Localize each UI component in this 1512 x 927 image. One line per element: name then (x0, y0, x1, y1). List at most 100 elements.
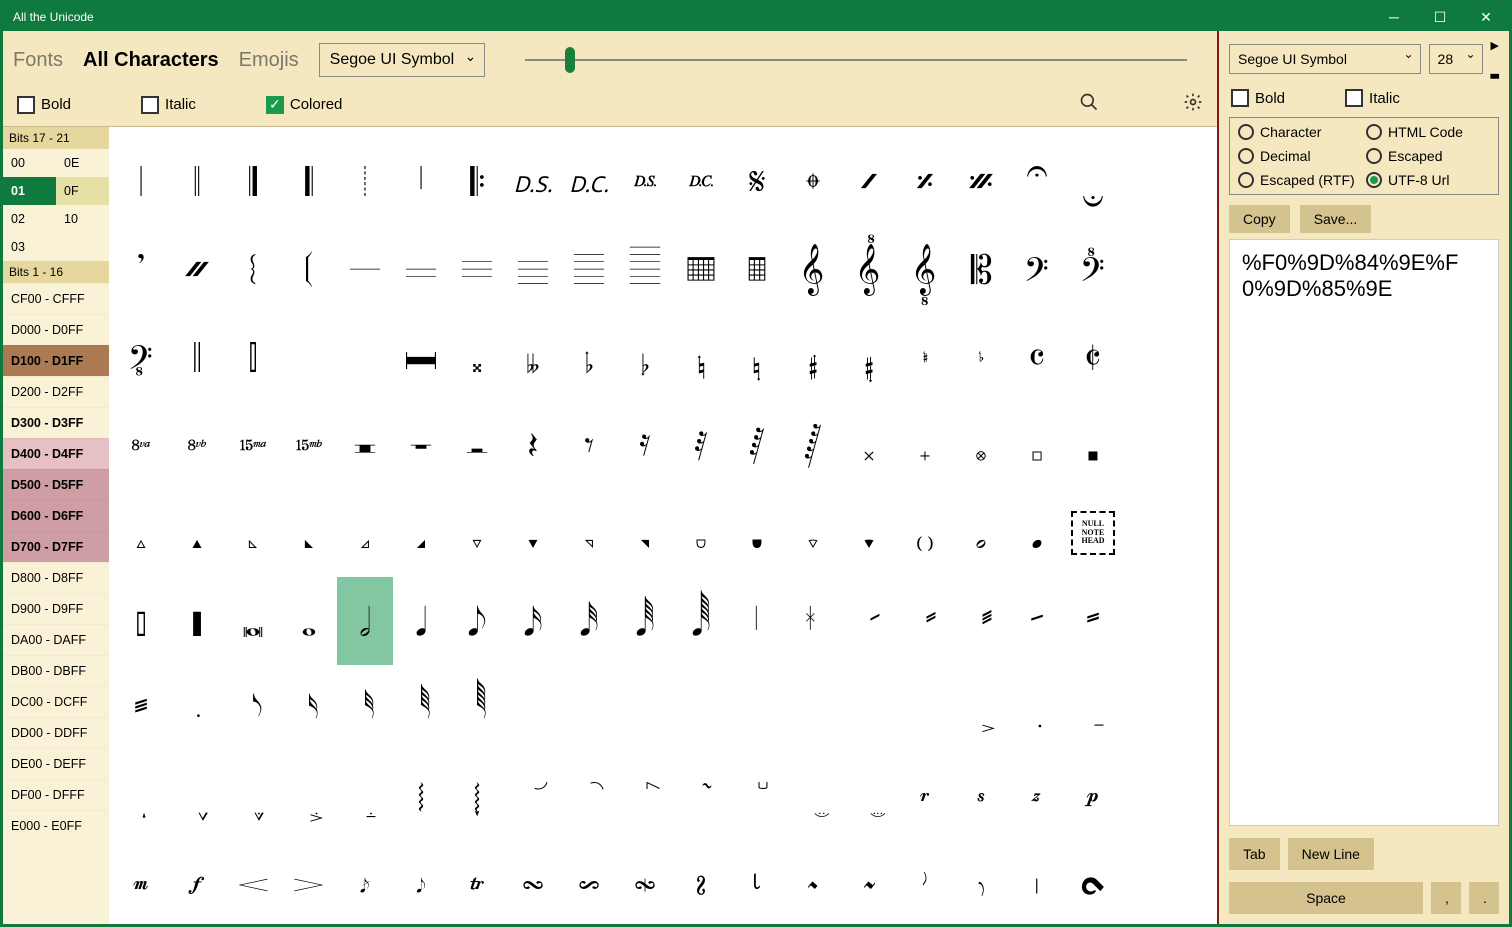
char-cell[interactable]: 𝄎 (897, 137, 953, 225)
char-cell[interactable]: 𝄺 (337, 401, 393, 489)
char-cell[interactable]: 𝄖 (337, 225, 393, 313)
char-cell[interactable]: 𝆐 (113, 841, 169, 924)
char-cell[interactable]: 𝆝 (841, 841, 897, 924)
newline-insert-button[interactable]: New Line (1288, 838, 1374, 870)
char-cell[interactable]: 𝄫 (505, 313, 561, 401)
char-cell[interactable]: 𝄩 (393, 313, 449, 401)
char-cell[interactable]: 𝆕 (393, 841, 449, 924)
char-cell[interactable]: 𝄐 (1009, 137, 1065, 225)
char-cell[interactable]: 𝄂 (225, 137, 281, 225)
char-cell[interactable]: 𝅦 (785, 577, 841, 665)
char-cell[interactable]: 𝄔 (225, 225, 281, 313)
char-cell[interactable]: 𝄓 (169, 225, 225, 313)
char-cell[interactable]: 𝅔 (785, 489, 841, 577)
char-cell[interactable]: 𝅿 (169, 753, 225, 841)
char-cell[interactable]: 𝄶 (113, 401, 169, 489)
char-cell[interactable]: 𝅗 (953, 489, 1009, 577)
detail-font-dropdown[interactable]: Segoe UI Symbol (1229, 44, 1421, 74)
char-cell[interactable]: 𝄢 (1009, 225, 1065, 313)
char-cell[interactable]: 𝅘𝅥𝅯 (505, 577, 561, 665)
char-cell[interactable]: 𝆃 (393, 753, 449, 841)
char-cell[interactable]: 𝅁 (729, 401, 785, 489)
char-cell[interactable]: 𝄾 (561, 401, 617, 489)
char-cell[interactable]: 𝄡 (953, 225, 1009, 313)
char-cell[interactable]: 𝅑 (617, 489, 673, 577)
char-cell[interactable]: 𝄚 (561, 225, 617, 313)
range-item[interactable]: DF00 - DFFF (3, 779, 109, 810)
char-cell[interactable]: 𝅘𝅥𝅰 (561, 577, 617, 665)
char-cell[interactable]: 𝆗 (505, 841, 561, 924)
char-cell[interactable]: 𝅹 (841, 665, 897, 753)
char-cell[interactable]: 𝄗 (393, 225, 449, 313)
char-cell[interactable]: 𝅴 (561, 665, 617, 753)
gear-icon[interactable] (1183, 92, 1203, 117)
char-cell[interactable]: 𝄧 (281, 313, 337, 401)
char-cell[interactable]: 𝅭 (169, 665, 225, 753)
bits-row[interactable]: 010F (3, 177, 109, 205)
char-cell[interactable]: 𝅗𝅥 (337, 577, 393, 665)
char-cell[interactable]: 𝄄 (337, 137, 393, 225)
char-cell[interactable]: 𝆛 (729, 841, 785, 924)
char-cell[interactable]: 𝅊 (225, 489, 281, 577)
char-cell[interactable]: 𝅶 (673, 665, 729, 753)
tab-insert-button[interactable]: Tab (1229, 838, 1280, 870)
char-cell[interactable]: 𝄊 (673, 137, 729, 225)
char-cell[interactable]: 𝅓 (729, 489, 785, 577)
font-dropdown[interactable]: Segoe UI Symbol (319, 43, 486, 77)
range-item[interactable]: D900 - D9FF (3, 593, 109, 624)
char-cell[interactable]: 𝅚 (113, 577, 169, 665)
range-item[interactable]: E000 - E0FF (3, 810, 109, 841)
radio-utf8-url[interactable]: UTF-8 Url (1366, 172, 1490, 188)
detail-bold-checkbox[interactable]: Bold (1231, 89, 1285, 107)
char-cell[interactable]: 𝆜 (785, 841, 841, 924)
char-cell[interactable]: 𝆒 (225, 841, 281, 924)
char-cell[interactable]: 𝆑 (169, 841, 225, 924)
bold-checkbox[interactable]: Bold (17, 96, 71, 114)
char-cell[interactable]: 𝅉 (169, 489, 225, 577)
char-cell[interactable]: 𝅫 (1065, 577, 1121, 665)
char-cell[interactable]: 𝅘𝅥𝅲 (673, 577, 729, 665)
char-cell[interactable]: 𝄥 (169, 313, 225, 401)
char-cell[interactable]: 𝅏 (505, 489, 561, 577)
char-cell[interactable]: 𝅋 (281, 489, 337, 577)
zoom-slider[interactable] (525, 59, 1187, 61)
char-cell[interactable]: 𝄏 (953, 137, 1009, 225)
char-cell[interactable]: 𝅳 (505, 665, 561, 753)
char-cell[interactable]: 𝆁 (281, 753, 337, 841)
char-cell[interactable]: 𝄬 (561, 313, 617, 401)
radio-character[interactable]: Character (1238, 124, 1362, 140)
char-cell[interactable]: 𝄠 (897, 225, 953, 313)
char-cell[interactable]: 𝄛 (617, 225, 673, 313)
char-cell[interactable]: 𝆔 (337, 841, 393, 924)
char-cell[interactable]: 𝄋 (729, 137, 785, 225)
char-cell[interactable]: 𝄽 (505, 401, 561, 489)
char-cell[interactable]: 𝅧 (841, 577, 897, 665)
radio-escaped-rtf[interactable]: Escaped (RTF) (1238, 172, 1362, 188)
char-cell[interactable]: 𝄴 (1009, 313, 1065, 401)
range-item[interactable]: DD00 - DDFF (3, 717, 109, 748)
maximize-button[interactable]: ☐ (1417, 3, 1463, 31)
char-cell[interactable]: 𝄜 (673, 225, 729, 313)
char-cell[interactable]: 𝄍 (841, 137, 897, 225)
char-cell[interactable]: 𝄵 (1065, 313, 1121, 401)
char-cell[interactable]: 𝄱 (841, 313, 897, 401)
close-button[interactable]: ✕ (1463, 3, 1509, 31)
char-cell[interactable]: NULL NOTE HEAD (1065, 489, 1121, 577)
char-cell[interactable]: 𝅃 (841, 401, 897, 489)
snap-icon[interactable]: ▃ (1491, 66, 1499, 79)
char-cell[interactable]: 𝄳 (953, 313, 1009, 401)
range-item[interactable]: CF00 - CFFF (3, 283, 109, 314)
char-cell[interactable]: 𝅸 (785, 665, 841, 753)
char-cell[interactable]: 𝆉 (729, 753, 785, 841)
char-cell[interactable]: 𝅈 (113, 489, 169, 577)
char-cell[interactable]: 𝅺 (897, 665, 953, 753)
char-cell[interactable]: 𝅎 (449, 489, 505, 577)
char-cell[interactable]: 𝅽 (1065, 665, 1121, 753)
range-item[interactable]: D700 - D7FF (3, 531, 109, 562)
char-cell[interactable]: 𝅂 (785, 401, 841, 489)
char-cell[interactable]: 𝄿 (617, 401, 673, 489)
char-cell[interactable]: 𝅆 (1009, 401, 1065, 489)
char-cell[interactable]: 𝅥 (729, 577, 785, 665)
radio-escaped[interactable]: Escaped (1366, 148, 1490, 164)
char-cell[interactable]: 𝆟 (953, 841, 1009, 924)
